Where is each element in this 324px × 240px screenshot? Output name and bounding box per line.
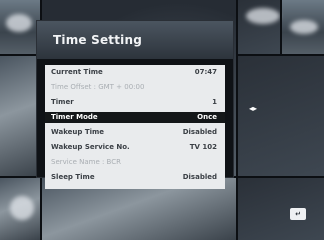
row-label: Wakeup Time [51, 128, 105, 136]
menu-row-wakeup-time[interactable]: Wakeup Time Disabled [45, 127, 225, 138]
row-value: 1 [212, 98, 217, 106]
menu-row-timer[interactable]: Timer 1 [45, 97, 225, 108]
video-tile [0, 56, 40, 176]
menu-row-sleep-time[interactable]: Sleep Time Disabled [45, 172, 225, 183]
left-right-arrow-icon: ◂▸ [248, 104, 258, 113]
dialog-title: Time Setting [53, 33, 143, 47]
cloud-shape [290, 20, 318, 34]
exit-icon[interactable]: ↵ [290, 208, 306, 220]
row-label: Timer Mode [51, 113, 98, 121]
row-label: Sleep Time [51, 173, 95, 181]
menu-row-service-name: Service Name : BCR [45, 157, 225, 168]
divider [280, 0, 282, 56]
menu-row-timer-mode[interactable]: Timer Mode Once [45, 112, 225, 123]
menu-row-time-offset: Time Offset : GMT + 00:00 [45, 82, 225, 93]
divider [0, 54, 40, 56]
settings-menu: Current Time 07:47 Time Offset : GMT + 0… [45, 65, 225, 189]
row-label: Wakeup Service No. [51, 143, 130, 151]
row-value: TV 102 [189, 143, 217, 151]
dialog-header: Time Setting [37, 21, 233, 59]
cloud-shape [246, 8, 280, 24]
row-label: Current Time [51, 68, 103, 76]
menu-row-current-time[interactable]: Current Time 07:47 [45, 67, 225, 78]
cloud-shape [10, 196, 34, 220]
divider [238, 54, 324, 56]
row-value: 07:47 [194, 68, 217, 76]
video-tile [236, 56, 324, 176]
row-label: Time Offset : GMT + 00:00 [51, 83, 145, 91]
row-value: Disabled [182, 173, 217, 181]
row-value: Once [197, 113, 217, 121]
row-label: Timer [51, 98, 74, 106]
video-tile [236, 178, 324, 240]
cloud-shape [6, 14, 32, 32]
row-label: Service Name : BCR [51, 158, 121, 166]
row-value: Disabled [182, 128, 217, 136]
divider [236, 0, 238, 240]
time-setting-dialog: Time Setting Current Time 07:47 Time Off… [36, 20, 234, 189]
tv-screen: Time Setting Current Time 07:47 Time Off… [0, 0, 324, 240]
menu-row-wakeup-service[interactable]: Wakeup Service No. TV 102 [45, 142, 225, 153]
